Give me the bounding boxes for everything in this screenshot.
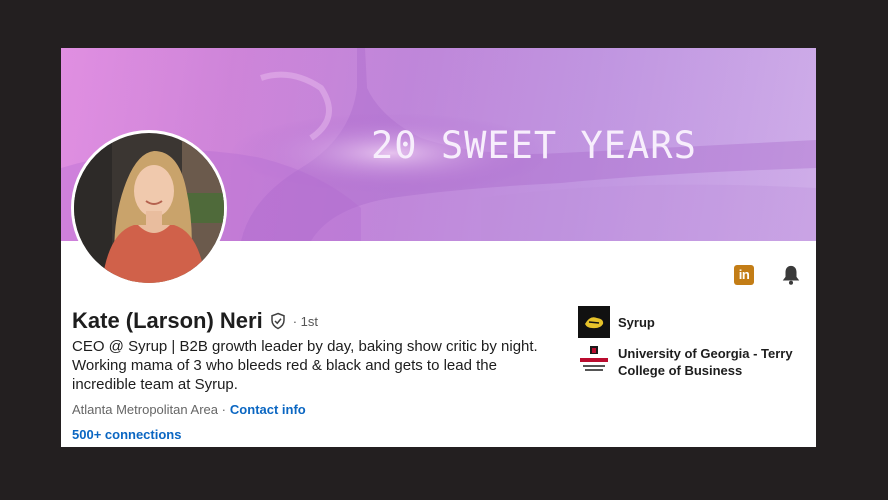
contact-info-link[interactable]: Contact info [230, 402, 306, 417]
profile-headline: CEO @ Syrup | B2B growth leader by day, … [72, 338, 538, 393]
linkedin-premium-icon[interactable]: in [734, 265, 754, 285]
avatar-photo [74, 133, 224, 283]
connection-degree: · 1st [292, 313, 319, 329]
uga-terry-logo [578, 345, 610, 377]
verified-shield-icon[interactable] [269, 312, 287, 330]
org-name-uga: University of Georgia - Terry College of… [618, 346, 793, 378]
org-name-syrup: Syrup [618, 314, 655, 330]
location-row: Atlanta Metropolitan Area · Contact info [72, 402, 306, 417]
syrup-logo [578, 306, 610, 338]
org-syrup[interactable]: Syrup [578, 306, 655, 338]
connections-link[interactable]: 500+ connections [72, 427, 181, 442]
name-row: Kate (Larson) Neri · 1st [72, 308, 318, 334]
bell-icon[interactable] [780, 264, 802, 286]
avatar[interactable] [74, 133, 224, 283]
location: Atlanta Metropolitan Area · [72, 402, 226, 417]
org-uga[interactable]: University of Georgia - Terry College of… [578, 345, 816, 379]
profile-actions: in [734, 264, 802, 286]
banner-headline: 20 SWEET YEARS [371, 124, 697, 167]
profile-name: Kate (Larson) Neri [72, 308, 263, 333]
profile-card: 20 SWEET YEARS in Kate (Larson) Neri · 1… [61, 48, 816, 447]
